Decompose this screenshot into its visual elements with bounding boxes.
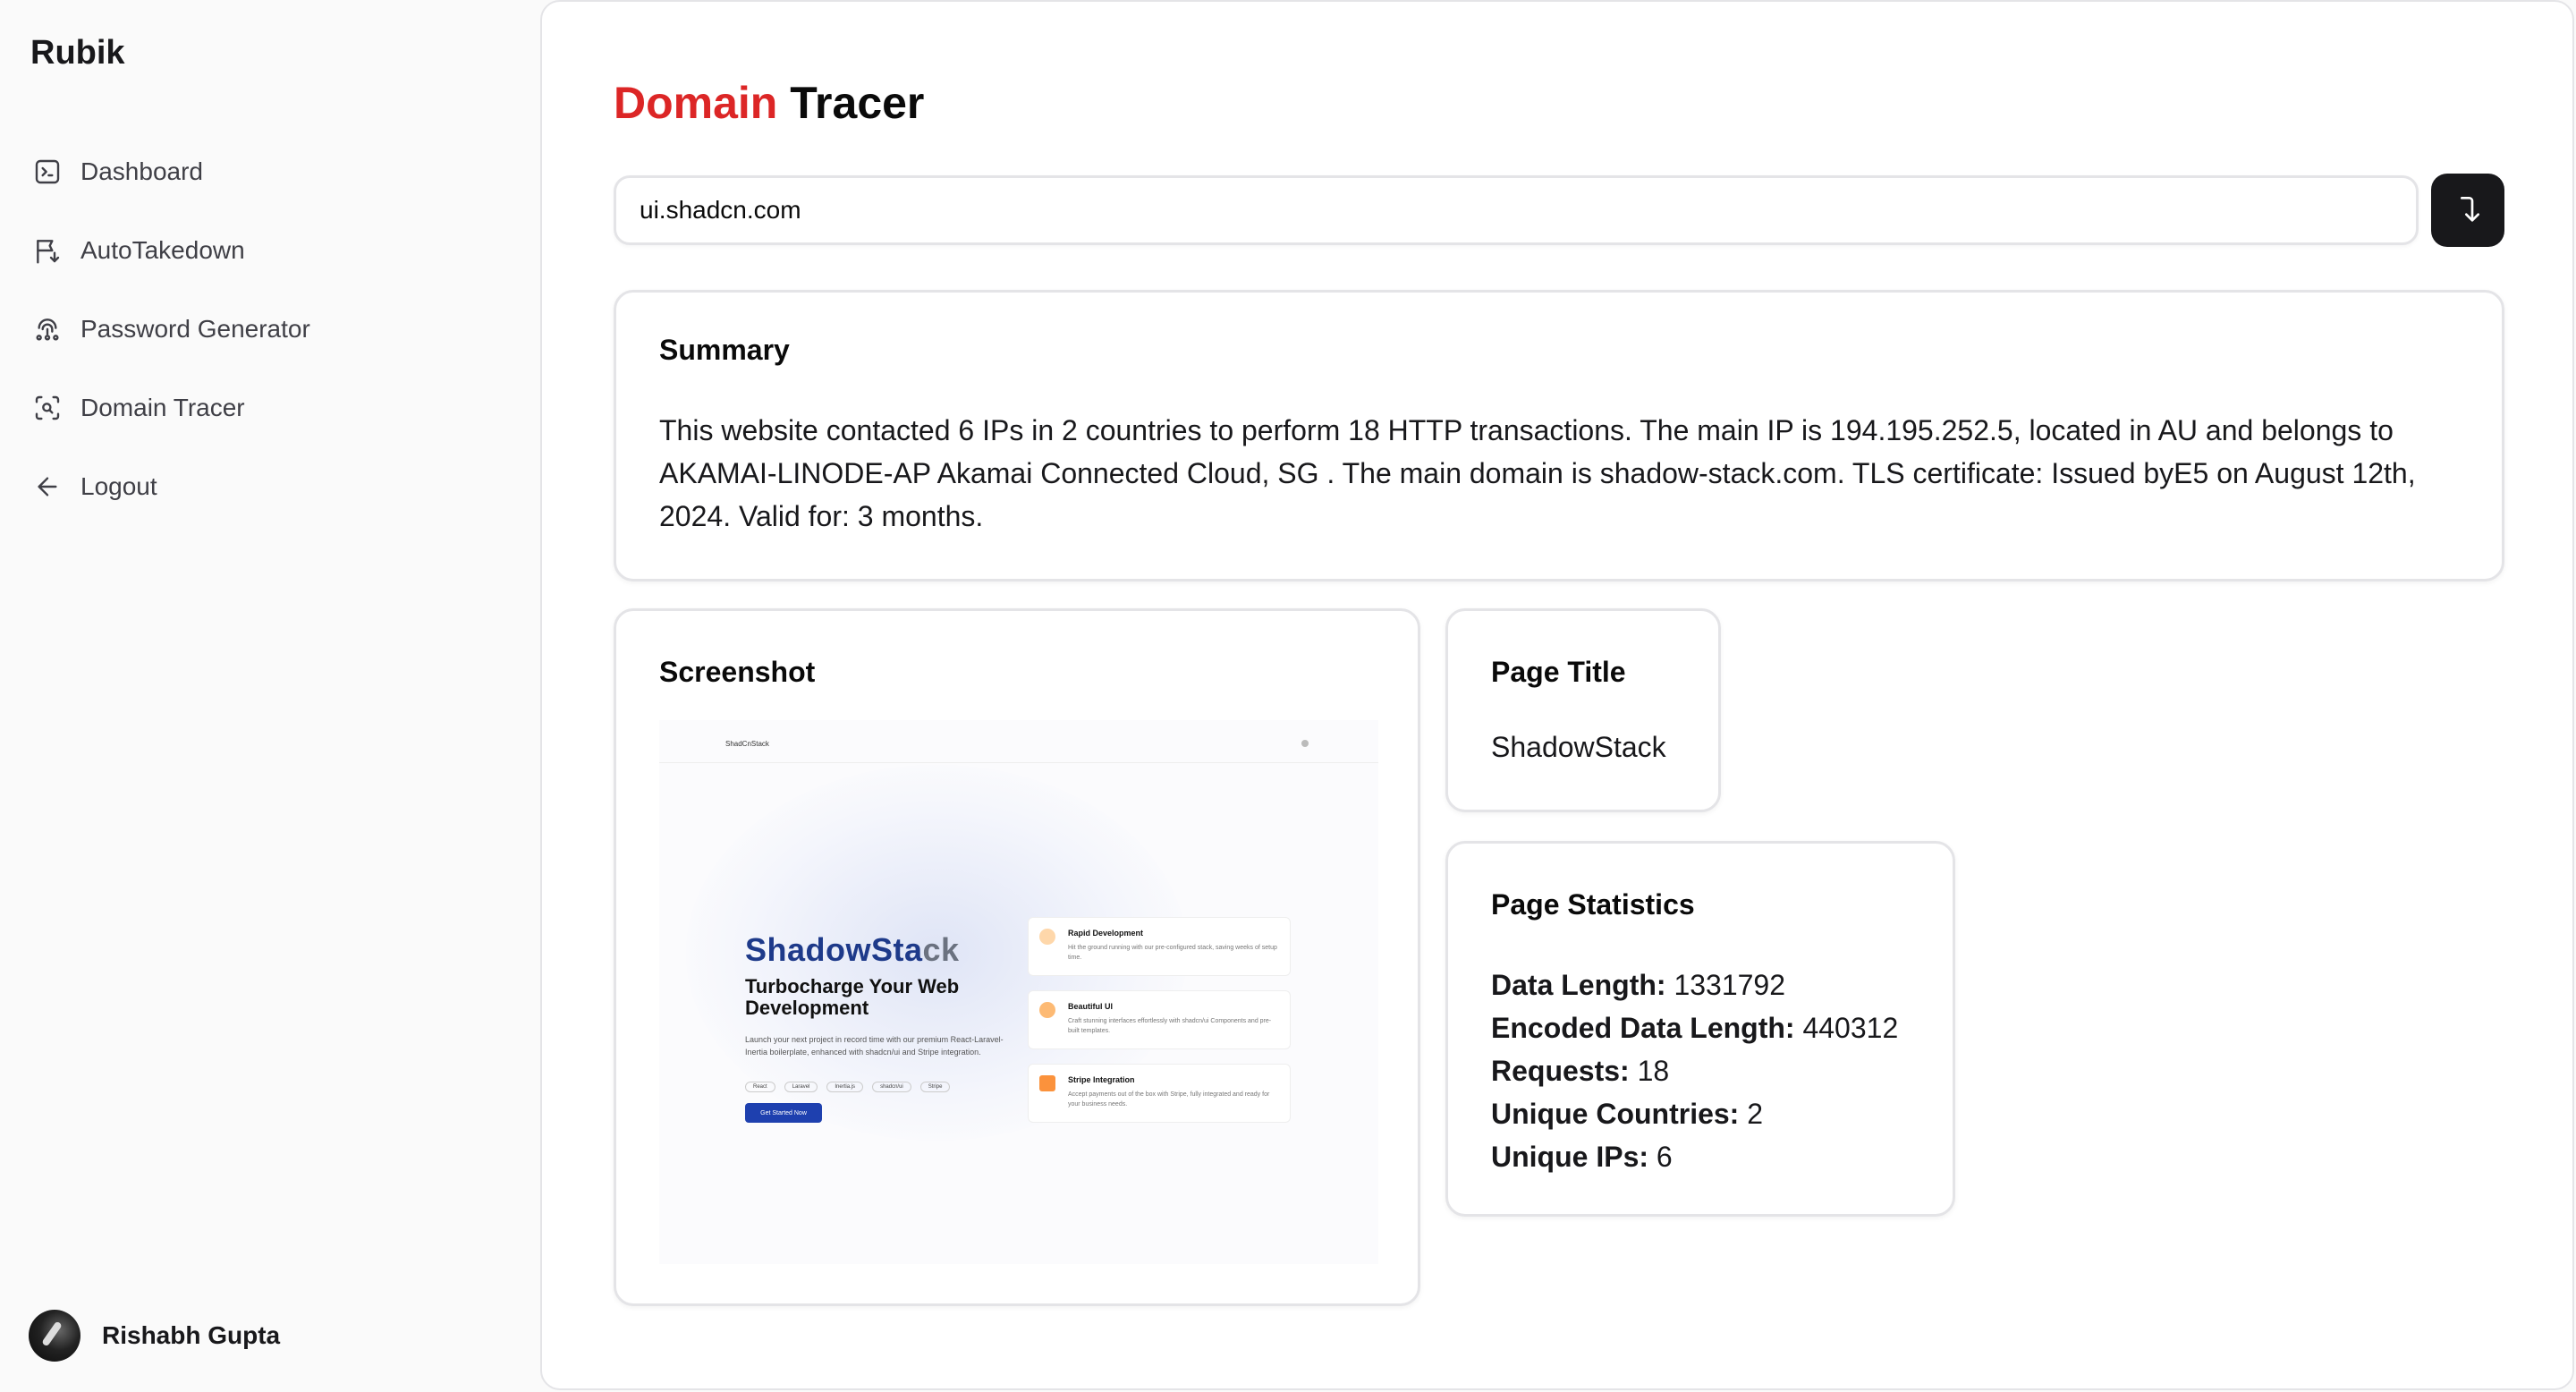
stat-label: Data Length: (1491, 969, 1666, 1001)
sidebar-item-label: Domain Tracer (80, 394, 245, 421)
fingerprint-icon (32, 314, 63, 344)
credit-card-icon (1039, 1075, 1055, 1091)
stat-value: 1331792 (1674, 969, 1786, 1001)
page-title: Domain Tracer (614, 77, 924, 129)
stat-value: 2 (1747, 1098, 1764, 1130)
stat-label: Requests: (1491, 1055, 1630, 1087)
website-screenshot: ShadCnStack ShadowStack Turbocharge Your… (659, 720, 1378, 1264)
summary-card: Summary This website contacted 6 IPs in … (614, 290, 2504, 581)
screenshot-theme-icon (1301, 740, 1309, 747)
trace-button[interactable] (2431, 174, 2504, 247)
app: Rubik Dashboard AutoTakedown Password Ge… (0, 0, 2576, 1392)
page-title-card-title: Page Title (1491, 656, 1626, 688)
corner-right-down-icon (2450, 191, 2486, 231)
screenshot-navbar: ShadCnStack (659, 720, 1378, 763)
sidebar-item-autotakedown[interactable]: AutoTakedown (18, 215, 522, 286)
stat-value: 18 (1637, 1055, 1670, 1087)
arrow-left-icon (32, 471, 63, 502)
avatar (29, 1310, 80, 1362)
terminal-square-icon (32, 157, 63, 187)
sidebar-item-password-generator[interactable]: Password Generator (18, 293, 522, 365)
screenshot-feature-desc: Craft stunning interfaces effortlessly w… (1068, 1018, 1272, 1034)
summary-text: This website contacted 6 IPs in 2 countr… (659, 414, 2416, 532)
sidebar-item-label: Logout (80, 472, 157, 500)
screenshot-card: Screenshot ShadCnStack ShadowStack Turbo… (614, 608, 1420, 1306)
flag-arrow-icon (32, 235, 63, 266)
rocket-icon (1039, 929, 1055, 945)
sidebar-item-logout[interactable]: Logout (18, 451, 522, 522)
screenshot-tags: React Laravel Inertia.js shadcn/ui Strip… (745, 1082, 951, 1092)
screenshot-brand-tail: ck (922, 931, 960, 968)
stat-row: Data Length: 1331792 (1491, 963, 1898, 1006)
page-title-accent: Domain (614, 78, 778, 128)
user-profile[interactable]: Rishabh Gupta (29, 1310, 280, 1362)
sidebar-item-domain-tracer[interactable]: Domain Tracer (18, 372, 522, 444)
stat-value: 440312 (1802, 1012, 1899, 1044)
stat-row: Encoded Data Length: 440312 (1491, 1006, 1898, 1049)
domain-search-field[interactable] (614, 175, 2419, 245)
stat-row: Requests: 18 (1491, 1049, 1898, 1092)
screenshot-feature-card: Rapid Development Hit the ground running… (1028, 917, 1291, 976)
screenshot-feature-card: Beautiful UI Craft stunning interfaces e… (1028, 990, 1291, 1049)
screenshot-brand-main: ShadowSta (745, 931, 923, 968)
screenshot-feature-title: Beautiful UI (1068, 1002, 1114, 1011)
sidebar-item-label: Dashboard (80, 157, 203, 185)
scan-search-icon (32, 393, 63, 423)
stat-row: Unique Countries: 2 (1491, 1092, 1898, 1135)
screenshot-feature-desc: Accept payments out of the box with Stri… (1068, 1091, 1270, 1108)
sidebar-item-label: AutoTakedown (80, 236, 245, 264)
screenshot-tag: Stripe (919, 1082, 951, 1092)
screenshot-tag: shadcn/ui (872, 1082, 911, 1092)
screenshot-subtext: Launch your next project in record time … (745, 1035, 1004, 1057)
screenshot-feature-title: Stripe Integration (1068, 1075, 1135, 1084)
stat-value: 6 (1656, 1141, 1673, 1173)
user-name: Rishabh Gupta (102, 1321, 281, 1349)
screenshot-title: Screenshot (659, 656, 816, 688)
screenshot-nav-brand: ShadCnStack (725, 740, 769, 748)
stat-label: Unique Countries: (1491, 1098, 1740, 1130)
app-brand: Rubik (30, 34, 125, 72)
stat-label: Unique IPs: (1491, 1141, 1649, 1173)
screenshot-tag: Laravel (784, 1082, 818, 1092)
page-statistics-card: Page Statistics Data Length: 1331792 Enc… (1445, 841, 1955, 1217)
screenshot-headline: Turbocharge Your Web Development (745, 975, 960, 1019)
sidebar-item-dashboard[interactable]: Dashboard (18, 136, 522, 208)
screenshot-feature-title: Rapid Development (1068, 929, 1144, 938)
page-title-value: ShadowStack (1491, 731, 1666, 763)
screenshot-cta: Get Started Now (745, 1103, 822, 1123)
page-title-card: Page Title ShadowStack (1445, 608, 1721, 812)
screenshot-brand: ShadowStack (745, 931, 960, 969)
screenshot-tag: React (745, 1082, 775, 1092)
page-title-rest: Tracer (790, 78, 925, 128)
main-panel: Domain Tracer Summary This website conta… (540, 0, 2574, 1390)
screenshot-feature-desc: Hit the ground running with our pre-conf… (1068, 945, 1277, 961)
page-statistics-title: Page Statistics (1491, 888, 1695, 921)
screenshot-feature-card: Stripe Integration Accept payments out o… (1028, 1064, 1291, 1123)
screenshot-tag: Inertia.js (826, 1082, 864, 1092)
palette-icon (1039, 1002, 1055, 1018)
domain-input[interactable] (640, 196, 2393, 225)
stat-row: Unique IPs: 6 (1491, 1135, 1898, 1178)
summary-title: Summary (659, 334, 790, 366)
page-statistics-list: Data Length: 1331792 Encoded Data Length… (1491, 963, 1898, 1178)
stat-label: Encoded Data Length: (1491, 1012, 1795, 1044)
sidebar-item-label: Password Generator (80, 315, 310, 343)
sidebar: Rubik Dashboard AutoTakedown Password Ge… (0, 0, 540, 1392)
sidebar-nav: Dashboard AutoTakedown Password Generato… (18, 136, 522, 530)
